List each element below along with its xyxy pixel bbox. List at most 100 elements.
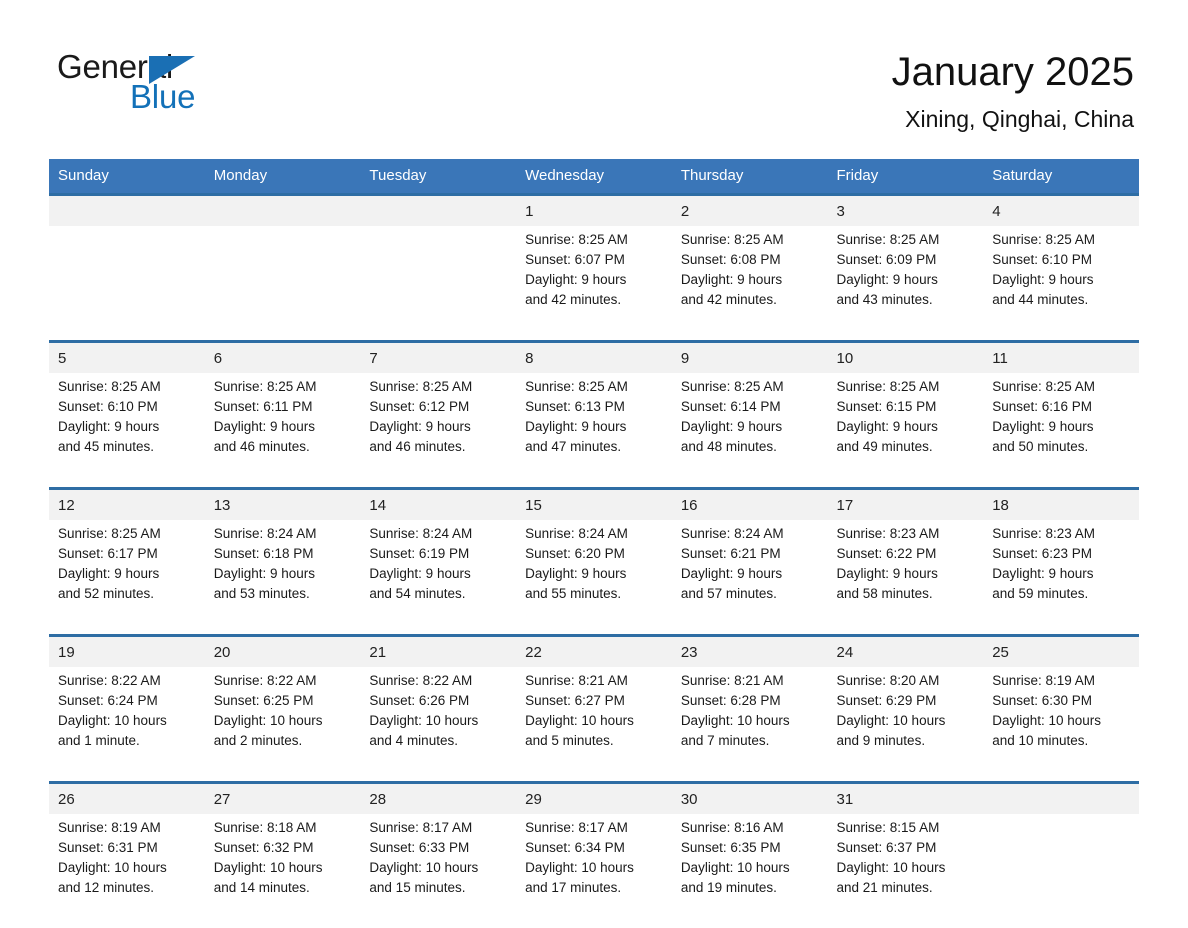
day-number-cell[interactable]: 12: [49, 489, 205, 521]
day-detail-cell[interactable]: Sunrise: 8:19 AMSunset: 6:30 PMDaylight:…: [983, 667, 1139, 783]
day-daylight-text: Daylight: 10 hours: [369, 711, 508, 731]
day-number-cell[interactable]: 17: [828, 489, 984, 521]
day-sunset-text: Sunset: 6:21 PM: [681, 544, 820, 564]
day-number-cell[interactable]: 18: [983, 489, 1139, 521]
day-number-cell[interactable]: 6: [205, 342, 361, 374]
day-daylight-text: and 58 minutes.: [837, 584, 976, 604]
day-detail-cell[interactable]: Sunrise: 8:22 AMSunset: 6:25 PMDaylight:…: [205, 667, 361, 783]
day-daylight-text: Daylight: 9 hours: [992, 564, 1131, 584]
day-sunrise-text: Sunrise: 8:25 AM: [992, 377, 1131, 397]
day-number-cell[interactable]: 23: [672, 636, 828, 668]
day-detail-cell[interactable]: Sunrise: 8:24 AMSunset: 6:20 PMDaylight:…: [516, 520, 672, 636]
day-detail-cell[interactable]: Sunrise: 8:20 AMSunset: 6:29 PMDaylight:…: [828, 667, 984, 783]
day-number-cell[interactable]: 30: [672, 783, 828, 815]
day-detail-cell[interactable]: Sunrise: 8:15 AMSunset: 6:37 PMDaylight:…: [828, 814, 984, 928]
day-detail-cell[interactable]: Sunrise: 8:16 AMSunset: 6:35 PMDaylight:…: [672, 814, 828, 928]
day-sunrise-text: Sunrise: 8:25 AM: [214, 377, 353, 397]
day-sunset-text: Sunset: 6:14 PM: [681, 397, 820, 417]
day-daylight-text: Daylight: 10 hours: [681, 711, 820, 731]
week-detail-row: Sunrise: 8:19 AMSunset: 6:31 PMDaylight:…: [49, 814, 1139, 928]
day-detail-cell[interactable]: Sunrise: 8:24 AMSunset: 6:19 PMDaylight:…: [360, 520, 516, 636]
day-number-cell[interactable]: 15: [516, 489, 672, 521]
day-number-cell[interactable]: 3: [828, 195, 984, 227]
empty-day-detail-cell: [49, 226, 205, 342]
day-detail-cell[interactable]: Sunrise: 8:25 AMSunset: 6:09 PMDaylight:…: [828, 226, 984, 342]
day-number-cell[interactable]: 28: [360, 783, 516, 815]
day-daylight-text: and 2 minutes.: [214, 731, 353, 751]
day-detail-cell[interactable]: Sunrise: 8:25 AMSunset: 6:10 PMDaylight:…: [983, 226, 1139, 342]
day-number-cell[interactable]: 4: [983, 195, 1139, 227]
day-detail-cell[interactable]: Sunrise: 8:24 AMSunset: 6:18 PMDaylight:…: [205, 520, 361, 636]
day-detail-cell[interactable]: Sunrise: 8:25 AMSunset: 6:16 PMDaylight:…: [983, 373, 1139, 489]
day-number-cell[interactable]: 2: [672, 195, 828, 227]
week-detail-row: Sunrise: 8:22 AMSunset: 6:24 PMDaylight:…: [49, 667, 1139, 783]
day-detail-cell[interactable]: Sunrise: 8:23 AMSunset: 6:22 PMDaylight:…: [828, 520, 984, 636]
day-daylight-text: Daylight: 10 hours: [837, 858, 976, 878]
day-detail-cell[interactable]: Sunrise: 8:25 AMSunset: 6:15 PMDaylight:…: [828, 373, 984, 489]
day-daylight-text: and 49 minutes.: [837, 437, 976, 457]
day-sunset-text: Sunset: 6:30 PM: [992, 691, 1131, 711]
day-daylight-text: Daylight: 9 hours: [681, 417, 820, 437]
day-daylight-text: and 17 minutes.: [525, 878, 664, 898]
day-sunset-text: Sunset: 6:20 PM: [525, 544, 664, 564]
day-number-cell[interactable]: 20: [205, 636, 361, 668]
day-number-cell[interactable]: 7: [360, 342, 516, 374]
day-number-cell[interactable]: 13: [205, 489, 361, 521]
day-sunset-text: Sunset: 6:26 PM: [369, 691, 508, 711]
day-sunrise-text: Sunrise: 8:25 AM: [992, 230, 1131, 250]
day-detail-cell[interactable]: Sunrise: 8:25 AMSunset: 6:08 PMDaylight:…: [672, 226, 828, 342]
day-sunset-text: Sunset: 6:32 PM: [214, 838, 353, 858]
day-number-cell[interactable]: 26: [49, 783, 205, 815]
day-number-cell[interactable]: 11: [983, 342, 1139, 374]
day-number-cell[interactable]: 21: [360, 636, 516, 668]
day-detail-cell[interactable]: Sunrise: 8:22 AMSunset: 6:24 PMDaylight:…: [49, 667, 205, 783]
day-daylight-text: Daylight: 9 hours: [525, 417, 664, 437]
day-detail-cell[interactable]: Sunrise: 8:17 AMSunset: 6:34 PMDaylight:…: [516, 814, 672, 928]
day-sunset-text: Sunset: 6:22 PM: [837, 544, 976, 564]
day-sunrise-text: Sunrise: 8:21 AM: [681, 671, 820, 691]
day-number-cell[interactable]: 14: [360, 489, 516, 521]
day-detail-cell[interactable]: Sunrise: 8:21 AMSunset: 6:28 PMDaylight:…: [672, 667, 828, 783]
day-number-cell[interactable]: 1: [516, 195, 672, 227]
day-detail-cell[interactable]: Sunrise: 8:23 AMSunset: 6:23 PMDaylight:…: [983, 520, 1139, 636]
day-detail-cell[interactable]: Sunrise: 8:25 AMSunset: 6:10 PMDaylight:…: [49, 373, 205, 489]
day-detail-cell[interactable]: Sunrise: 8:25 AMSunset: 6:11 PMDaylight:…: [205, 373, 361, 489]
day-detail-cell[interactable]: Sunrise: 8:25 AMSunset: 6:14 PMDaylight:…: [672, 373, 828, 489]
day-detail-cell[interactable]: Sunrise: 8:25 AMSunset: 6:12 PMDaylight:…: [360, 373, 516, 489]
day-sunset-text: Sunset: 6:28 PM: [681, 691, 820, 711]
day-daylight-text: Daylight: 10 hours: [58, 858, 197, 878]
day-number-cell[interactable]: 29: [516, 783, 672, 815]
day-detail-cell[interactable]: Sunrise: 8:21 AMSunset: 6:27 PMDaylight:…: [516, 667, 672, 783]
day-daylight-text: Daylight: 9 hours: [58, 564, 197, 584]
day-detail-cell[interactable]: Sunrise: 8:25 AMSunset: 6:07 PMDaylight:…: [516, 226, 672, 342]
day-detail-cell[interactable]: Sunrise: 8:24 AMSunset: 6:21 PMDaylight:…: [672, 520, 828, 636]
day-number-cell[interactable]: 5: [49, 342, 205, 374]
day-detail-cell[interactable]: Sunrise: 8:17 AMSunset: 6:33 PMDaylight:…: [360, 814, 516, 928]
day-number-cell[interactable]: 19: [49, 636, 205, 668]
day-daylight-text: and 10 minutes.: [992, 731, 1131, 751]
day-number-cell[interactable]: 31: [828, 783, 984, 815]
page-title: January 2025: [892, 48, 1134, 96]
day-daylight-text: Daylight: 10 hours: [681, 858, 820, 878]
day-number-cell[interactable]: 8: [516, 342, 672, 374]
empty-day-cell: [983, 783, 1139, 815]
day-daylight-text: and 55 minutes.: [525, 584, 664, 604]
day-number-cell[interactable]: 25: [983, 636, 1139, 668]
day-detail-cell[interactable]: Sunrise: 8:19 AMSunset: 6:31 PMDaylight:…: [49, 814, 205, 928]
day-number-cell[interactable]: 9: [672, 342, 828, 374]
location-subtitle: Xining, Qinghai, China: [892, 104, 1134, 134]
day-sunrise-text: Sunrise: 8:20 AM: [837, 671, 976, 691]
day-sunset-text: Sunset: 6:35 PM: [681, 838, 820, 858]
day-detail-cell[interactable]: Sunrise: 8:22 AMSunset: 6:26 PMDaylight:…: [360, 667, 516, 783]
empty-day-cell: [49, 195, 205, 227]
day-detail-cell[interactable]: Sunrise: 8:18 AMSunset: 6:32 PMDaylight:…: [205, 814, 361, 928]
day-number-cell[interactable]: 24: [828, 636, 984, 668]
day-detail-cell[interactable]: Sunrise: 8:25 AMSunset: 6:13 PMDaylight:…: [516, 373, 672, 489]
day-number-cell[interactable]: 22: [516, 636, 672, 668]
day-number-cell[interactable]: 16: [672, 489, 828, 521]
day-number-cell[interactable]: 10: [828, 342, 984, 374]
generalblue-logo[interactable]: General Blue: [57, 50, 317, 120]
day-number-cell[interactable]: 27: [205, 783, 361, 815]
day-detail-cell[interactable]: Sunrise: 8:25 AMSunset: 6:17 PMDaylight:…: [49, 520, 205, 636]
day-daylight-text: Daylight: 9 hours: [837, 270, 976, 290]
